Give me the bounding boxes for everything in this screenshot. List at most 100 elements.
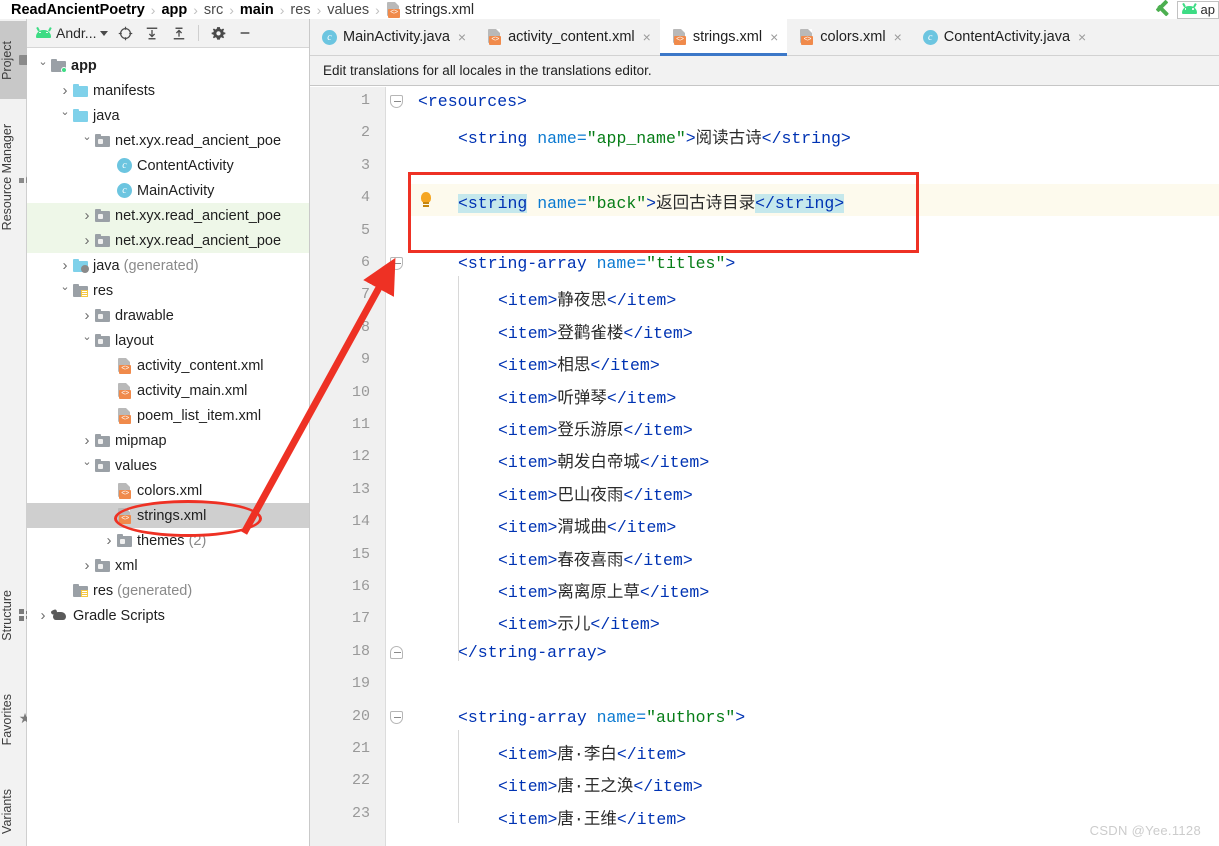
tool-window-tab-resource-manager[interactable]: Resource Manager bbox=[0, 105, 31, 248]
device-selector-chip[interactable]: ap bbox=[1176, 0, 1219, 19]
code-fold-collapse-icon[interactable] bbox=[390, 257, 403, 270]
code-line[interactable]: <item>听弹琴</item> bbox=[498, 384, 676, 408]
close-icon[interactable]: × bbox=[458, 29, 466, 45]
expand-all-icon[interactable] bbox=[140, 22, 164, 44]
tree-chevron-right-icon[interactable] bbox=[79, 232, 95, 249]
tree-chevron-down-icon[interactable] bbox=[79, 459, 95, 472]
tree-row[interactable]: layout bbox=[27, 328, 309, 353]
breadcrumb-item-values[interactable]: values bbox=[324, 2, 372, 18]
breadcrumb-item-readancientpoetry[interactable]: ReadAncientPoetry bbox=[8, 2, 148, 18]
tree-row[interactable]: mipmap bbox=[27, 428, 309, 453]
tree-chevron-right-icon[interactable] bbox=[101, 532, 117, 549]
tree-chevron-down-icon[interactable] bbox=[35, 59, 51, 72]
tree-row[interactable]: <> poem_list_item.xml bbox=[27, 403, 309, 428]
tree-chevron-right-icon[interactable] bbox=[79, 432, 95, 449]
code-fold-collapse-icon[interactable] bbox=[390, 710, 403, 724]
close-icon[interactable]: × bbox=[1078, 29, 1086, 45]
tree-chevron-down-icon[interactable] bbox=[57, 109, 73, 122]
breadcrumb-item-src[interactable]: src bbox=[201, 2, 226, 18]
editor-tab-colors-xml[interactable]: <> colors.xml × bbox=[787, 19, 910, 55]
editor-tab-activity_content-xml[interactable]: <> activity_content.xml × bbox=[475, 19, 660, 55]
tree-row[interactable]: xml bbox=[27, 553, 309, 578]
project-tree[interactable]: app manifests java net.xyx.read_ancient_poe… bbox=[27, 49, 309, 846]
tree-row[interactable]: Gradle Scripts bbox=[27, 603, 309, 628]
tree-row[interactable]: java bbox=[27, 103, 309, 128]
tree-chevron-down-icon[interactable] bbox=[79, 334, 95, 347]
code-editor[interactable]: 1 2 3 4 5 6 7 8 9 10 11 12 13 14 15 16 17 18 19 20 21 22 23 <r… bbox=[310, 87, 1219, 846]
code-line[interactable]: <string name="app_name">阅读古诗</string> bbox=[458, 124, 851, 148]
tree-row[interactable]: manifests bbox=[27, 78, 309, 103]
tree-chevron-down-icon[interactable] bbox=[79, 134, 95, 147]
locate-icon[interactable] bbox=[113, 22, 137, 44]
editor-tab-mainactivity-java[interactable]: c MainActivity.java × bbox=[310, 19, 475, 55]
tool-window-tab-favorites[interactable]: Favorites ★ bbox=[0, 672, 34, 767]
code-line[interactable]: <item>唐·王之涣</item> bbox=[498, 772, 703, 796]
code-line[interactable]: <item>登鹳雀楼</item> bbox=[498, 319, 693, 343]
tree-chevron-right-icon[interactable] bbox=[57, 257, 73, 274]
line-number: 18 bbox=[351, 642, 370, 660]
code-line[interactable]: <string-array name="authors"> bbox=[458, 708, 745, 727]
tool-window-tab-project[interactable]: Project bbox=[0, 21, 31, 100]
editor-tab-contentactivity-java[interactable]: c ContentActivity.java × bbox=[911, 19, 1095, 55]
tree-row[interactable]: c MainActivity bbox=[27, 178, 309, 203]
tree-row-label: colors.xml bbox=[137, 482, 203, 499]
hide-panel-icon[interactable] bbox=[233, 22, 257, 44]
code-line[interactable]: <item>示儿</item> bbox=[498, 610, 660, 634]
tree-chevron-right-icon[interactable] bbox=[79, 557, 95, 574]
breadcrumb-item-main[interactable]: main bbox=[237, 2, 277, 18]
tree-row[interactable]: drawable bbox=[27, 303, 309, 328]
code-line[interactable]: <item>唐·李白</item> bbox=[498, 740, 686, 764]
tree-row[interactable]: net.xyx.read_ancient_poe bbox=[27, 128, 309, 153]
code-text-column[interactable]: <resources> <string name="app_name">阅读古诗<… bbox=[410, 87, 1219, 846]
tree-chevron-right-icon[interactable] bbox=[79, 307, 95, 324]
tree-row[interactable]: <> activity_main.xml bbox=[27, 378, 309, 403]
code-line[interactable]: <item>渭城曲</item> bbox=[498, 513, 676, 537]
tool-window-tab-structure[interactable]: Structure bbox=[0, 568, 30, 663]
code-line[interactable]: <item>巴山夜雨</item> bbox=[498, 481, 693, 505]
intention-bulb-icon[interactable] bbox=[418, 192, 434, 210]
tree-chevron-right-icon[interactable] bbox=[57, 82, 73, 99]
breadcrumb-item-app[interactable]: app bbox=[158, 2, 190, 18]
code-line[interactable]: <string name="back">返回古诗目录</string> bbox=[458, 189, 845, 214]
code-line[interactable]: <item>静夜思</item> bbox=[498, 286, 676, 310]
code-line[interactable]: <item>春夜喜雨</item> bbox=[498, 546, 693, 570]
close-icon[interactable]: × bbox=[894, 29, 902, 45]
tree-row[interactable]: c ContentActivity bbox=[27, 153, 309, 178]
editor-tab-strings-xml[interactable]: <> strings.xml × bbox=[659, 19, 788, 56]
project-view-selector[interactable]: Andr... bbox=[33, 25, 110, 41]
tree-row[interactable]: themes (2) bbox=[27, 528, 309, 553]
settings-gear-icon[interactable] bbox=[206, 22, 230, 44]
tree-row[interactable]: res bbox=[27, 278, 309, 303]
tree-row[interactable]: res (generated) bbox=[27, 578, 309, 603]
tree-row[interactable]: <> strings.xml bbox=[27, 503, 309, 528]
tool-window-tab-variants[interactable]: Variants bbox=[0, 777, 27, 846]
code-line[interactable]: <item>唐·王维</item> bbox=[498, 805, 686, 829]
code-line[interactable]: <item>登乐游原</item> bbox=[498, 416, 693, 440]
code-line[interactable]: <item>相思</item> bbox=[498, 351, 660, 375]
code-line[interactable]: <item>离离原上草</item> bbox=[498, 578, 709, 602]
close-icon[interactable]: × bbox=[770, 29, 778, 45]
tree-chevron-right-icon[interactable] bbox=[79, 207, 95, 224]
code-fold-end-icon[interactable] bbox=[390, 645, 403, 659]
tree-row[interactable]: app bbox=[27, 53, 309, 78]
close-icon[interactable]: × bbox=[643, 29, 651, 45]
build-hammer-icon[interactable] bbox=[1153, 0, 1173, 18]
code-fold-collapse-icon[interactable] bbox=[390, 95, 403, 108]
tree-chevron-down-icon[interactable] bbox=[57, 284, 73, 297]
tree-row[interactable]: net.xyx.read_ancient_poe bbox=[27, 228, 309, 253]
tree-chevron-right-icon[interactable] bbox=[35, 607, 51, 624]
breadcrumb-item-file[interactable]: <> strings.xml bbox=[383, 1, 477, 18]
breadcrumb-item-res[interactable]: res bbox=[287, 2, 313, 18]
collapse-all-icon[interactable] bbox=[167, 22, 191, 44]
tree-row[interactable]: <> colors.xml bbox=[27, 478, 309, 503]
tree-row[interactable]: <> activity_content.xml bbox=[27, 353, 309, 378]
code-line[interactable]: <resources> bbox=[418, 92, 527, 111]
code-line[interactable]: <item>朝发白帝城</item> bbox=[498, 448, 709, 472]
tree-row[interactable]: values bbox=[27, 453, 309, 478]
code-line[interactable]: <string-array name="titles"> bbox=[458, 254, 735, 273]
code-folding-column[interactable] bbox=[386, 87, 410, 846]
tree-row[interactable]: java (generated) bbox=[27, 253, 309, 278]
code-line[interactable]: </string-array> bbox=[458, 643, 607, 662]
breadcrumb[interactable]: ReadAncientPoetry › app › src › main › res › value… bbox=[0, 0, 1219, 19]
tree-row[interactable]: net.xyx.read_ancient_poe bbox=[27, 203, 309, 228]
